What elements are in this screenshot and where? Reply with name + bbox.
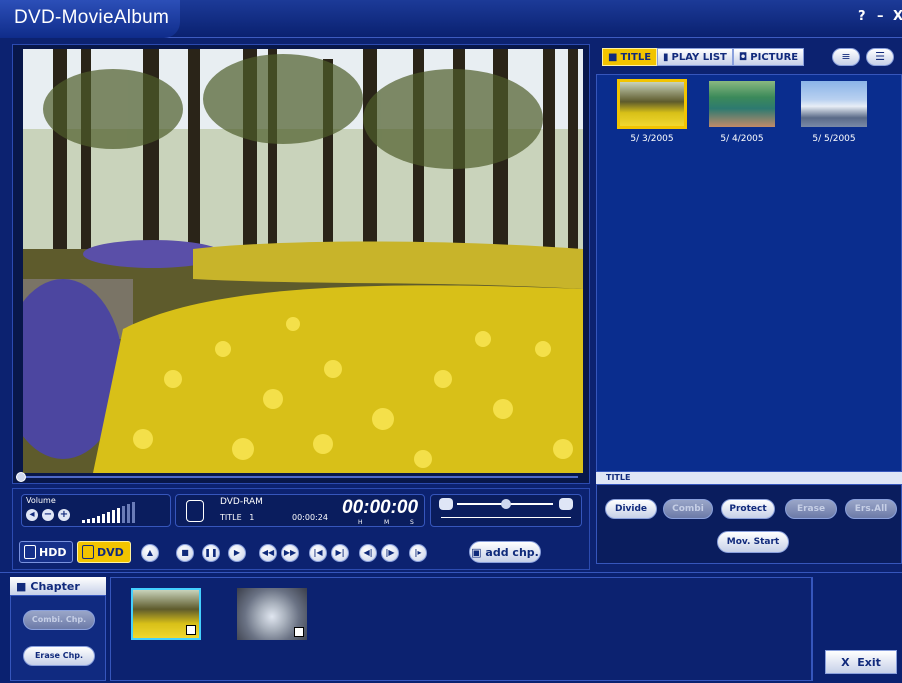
minimize-button[interactable]: – — [877, 9, 884, 24]
skip-back-icon[interactable]: |◀ — [309, 544, 327, 562]
chapter-header: ■ Chapter — [10, 577, 106, 595]
disc-type: DVD-RAM — [220, 497, 263, 507]
speed-slider-handle[interactable] — [501, 499, 511, 509]
hours-label: H — [358, 519, 363, 526]
close-icon: X — [841, 656, 850, 669]
chapter-list — [110, 577, 812, 681]
dvd-label: DVD — [97, 545, 124, 559]
combine-chapter-button[interactable]: Combi. Chp. — [23, 610, 95, 630]
volume-panel: Volume ◂ − + — [21, 494, 171, 527]
app-window: DVD-MovieAlbum ? – X Volume ◂ − + DVD-RA… — [0, 0, 902, 683]
title-number: 1 — [249, 513, 255, 522]
tab-playlist[interactable]: ▮ PLAY LIST — [657, 48, 733, 66]
seek-handle[interactable] — [16, 472, 26, 482]
chapter-icon: ■ — [16, 579, 27, 593]
seek-bar[interactable] — [16, 472, 578, 482]
volume-up-button[interactable]: + — [58, 509, 70, 521]
hdd-label: HDD — [39, 545, 67, 559]
erase-all-button[interactable]: Ers.All — [845, 499, 897, 519]
exit-label: Exit — [857, 656, 881, 669]
hdd-icon — [24, 545, 36, 559]
chapter-thumbnail[interactable] — [131, 588, 201, 640]
erase-button[interactable]: Erase — [785, 499, 837, 519]
title-actions-panel: Divide Combi Protect Erase Ers.All Mov. … — [596, 484, 902, 564]
chapter-marker-icon — [186, 625, 196, 635]
title-date: 5/ 5/2005 — [812, 134, 856, 144]
combi-button[interactable]: Combi — [663, 499, 713, 519]
minutes-label: M — [384, 519, 390, 526]
tab-title[interactable]: ■ TITLE — [602, 48, 658, 66]
tab-picture-label: PICTURE — [750, 51, 799, 63]
control-panel: Volume ◂ − + DVD-RAM TITLE 1 00:00:24 00… — [12, 488, 590, 570]
video-image — [23, 49, 583, 473]
title-number-label: TITLE 1 — [220, 513, 255, 522]
seconds-label: S — [410, 519, 414, 526]
playlist-icon: ▮ — [663, 51, 669, 63]
chapter-strip: ■ Chapter Combi. Chp. Erase Chp. — [0, 572, 902, 683]
eject-icon[interactable]: ▲ — [141, 544, 159, 562]
add-chapter-button[interactable]: ▣ add chp. — [469, 541, 541, 563]
tab-playlist-label: PLAY LIST — [671, 51, 727, 63]
title-date: 5/ 3/2005 — [630, 134, 674, 144]
hdd-drive-button[interactable]: HDD — [19, 541, 73, 563]
add-chapter-icon: ▣ — [471, 546, 482, 559]
section-label: TITLE — [596, 472, 902, 484]
dvd-disc-icon — [186, 500, 204, 522]
dvd-drive-button[interactable]: DVD — [77, 541, 131, 563]
chapter-thumbnail[interactable] — [237, 588, 307, 640]
close-button[interactable]: X — [893, 9, 902, 24]
title-date: 5/ 4/2005 — [720, 134, 764, 144]
exit-button[interactable]: X Exit — [825, 650, 897, 674]
skip-forward-icon[interactable]: ▶| — [331, 544, 349, 562]
speaker-icon[interactable]: ◂ — [26, 509, 38, 521]
stop-icon[interactable]: ■ — [176, 544, 194, 562]
title-duration: 00:00:24 — [292, 513, 328, 522]
fast-forward-icon[interactable]: ▶▶ — [281, 544, 299, 562]
chapter-title: Chapter — [30, 579, 80, 593]
speed-panel — [430, 494, 582, 527]
erase-chapter-button[interactable]: Erase Chp. — [23, 646, 95, 666]
frame-back-icon[interactable]: ◀| — [359, 544, 377, 562]
volume-label: Volume — [26, 496, 56, 505]
speed-fast-icon[interactable] — [559, 498, 573, 510]
chapter-marker-icon — [294, 627, 304, 637]
play-icon[interactable]: ▶ — [228, 544, 246, 562]
slow-icon[interactable]: |▸ — [409, 544, 427, 562]
timecode: 00:00:00 — [342, 497, 419, 518]
video-screen[interactable] — [23, 49, 583, 473]
move-start-button[interactable]: Mov. Start — [717, 531, 789, 553]
divide-button[interactable]: Divide — [605, 499, 657, 519]
speed-slow-icon[interactable] — [439, 498, 453, 510]
picture-icon: ◘ — [738, 51, 748, 63]
tab-title-label: TITLE — [620, 51, 652, 63]
disc-info-panel: DVD-RAM TITLE 1 00:00:24 00:00:00 H M S — [175, 494, 425, 527]
title-thumbnail-area: 5/ 3/2005 5/ 4/2005 5/ 5/2005 — [596, 74, 902, 472]
frame-forward-icon[interactable]: |▶ — [381, 544, 399, 562]
add-chapter-label: add chp. — [485, 546, 539, 559]
list-view-icon[interactable]: ≡ — [832, 48, 860, 66]
detail-view-icon[interactable]: ☰ — [866, 48, 894, 66]
seek-track — [16, 476, 578, 478]
library-panel: ■ TITLE ▮ PLAY LIST ◘ PICTURE ≡ ☰ 5/ 3/2… — [596, 44, 902, 564]
app-title: DVD-MovieAlbum — [14, 7, 170, 28]
speed-scale — [441, 517, 571, 518]
dvd-icon — [82, 545, 94, 559]
volume-meter[interactable] — [82, 499, 168, 523]
player-frame — [12, 44, 590, 484]
help-button[interactable]: ? — [858, 9, 866, 24]
chapter-actions: Combi. Chp. Erase Chp. — [10, 595, 106, 681]
title-bar: DVD-MovieAlbum ? – X — [0, 0, 902, 38]
volume-down-button[interactable]: − — [42, 509, 54, 521]
protect-button[interactable]: Protect — [721, 499, 775, 519]
pause-icon[interactable]: ❚❚ — [202, 544, 220, 562]
library-tabs: ■ TITLE ▮ PLAY LIST ◘ PICTURE — [602, 48, 805, 66]
title-thumbnail[interactable] — [799, 79, 869, 129]
rewind-icon[interactable]: ◀◀ — [259, 544, 277, 562]
tab-picture[interactable]: ◘ PICTURE — [732, 48, 805, 66]
camera-icon: ■ — [608, 51, 618, 63]
title-thumbnail[interactable] — [617, 79, 687, 129]
title-thumbnail[interactable] — [707, 79, 777, 129]
